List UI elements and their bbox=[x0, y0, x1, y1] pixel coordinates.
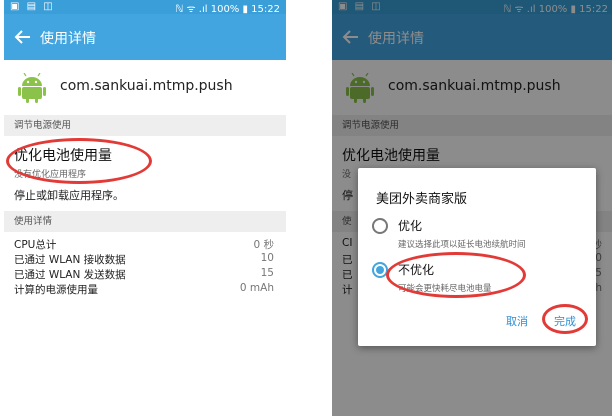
back-arrow-icon[interactable] bbox=[14, 28, 32, 46]
usage-section-header: 使用详情 bbox=[4, 211, 286, 232]
app-info-row: com.sankuai.mtmp.push bbox=[4, 60, 286, 115]
status-bar: ▣ ▤ ◫ ℕ ᯤ .ıl 100% ▮ 15:22 bbox=[4, 0, 286, 15]
highlight-ellipse bbox=[6, 138, 152, 184]
left-screen: ▣ ▤ ◫ ℕ ᯤ .ıl 100% ▮ 15:22 使用详情 com.sank… bbox=[4, 0, 286, 416]
optimize-radio[interactable] bbox=[372, 218, 388, 234]
stop-uninstall-item[interactable]: 停止或卸载应用程序。 bbox=[4, 186, 286, 211]
status-indicators: ℕ ᯤ .ıl 100% ▮ 15:22 bbox=[175, 4, 280, 15]
usage-row: 已通过 WLAN 发送数据 15 bbox=[14, 267, 274, 281]
android-icon bbox=[18, 73, 46, 103]
optimize-option-label[interactable]: 优化 bbox=[398, 217, 422, 234]
highlight-ellipse bbox=[542, 304, 588, 334]
optimize-option-description: 建议选择此项以延长电池续航时间 bbox=[398, 240, 526, 250]
cancel-button[interactable]: 取消 bbox=[506, 313, 528, 329]
usage-row: 已通过 WLAN 接收数据 10 bbox=[14, 252, 274, 266]
page-title: 使用详情 bbox=[40, 31, 96, 47]
usage-row: CPU总计 0 秒 bbox=[14, 239, 274, 251]
dialog-title: 美团外卖商家版 bbox=[376, 192, 468, 207]
optimize-battery-item[interactable]: 优化电池使用量 没有优化应用程序 bbox=[4, 136, 286, 186]
power-section-header: 调节电源使用 bbox=[4, 115, 286, 136]
app-bar: 使用详情 bbox=[4, 14, 286, 60]
right-screen: ▣ ▤ ◫ ℕ ᯤ .ıl 100% ▮ 15:22 使用详情 com.sank… bbox=[332, 0, 612, 416]
package-name: com.sankuai.mtmp.push bbox=[60, 78, 233, 94]
highlight-ellipse bbox=[386, 252, 526, 298]
notification-icons: ▣ ▤ ◫ bbox=[10, 1, 55, 12]
battery-optimization-dialog: 美团外卖商家版 优化 建议选择此项以延长电池续航时间 不优化 可能会更快耗尽电池… bbox=[358, 168, 596, 346]
usage-list: CPU总计 0 秒 已通过 WLAN 接收数据 10 已通过 WLAN 发送数据… bbox=[4, 232, 286, 296]
usage-row: 计算的电源使用量 0 mAh bbox=[14, 282, 274, 296]
